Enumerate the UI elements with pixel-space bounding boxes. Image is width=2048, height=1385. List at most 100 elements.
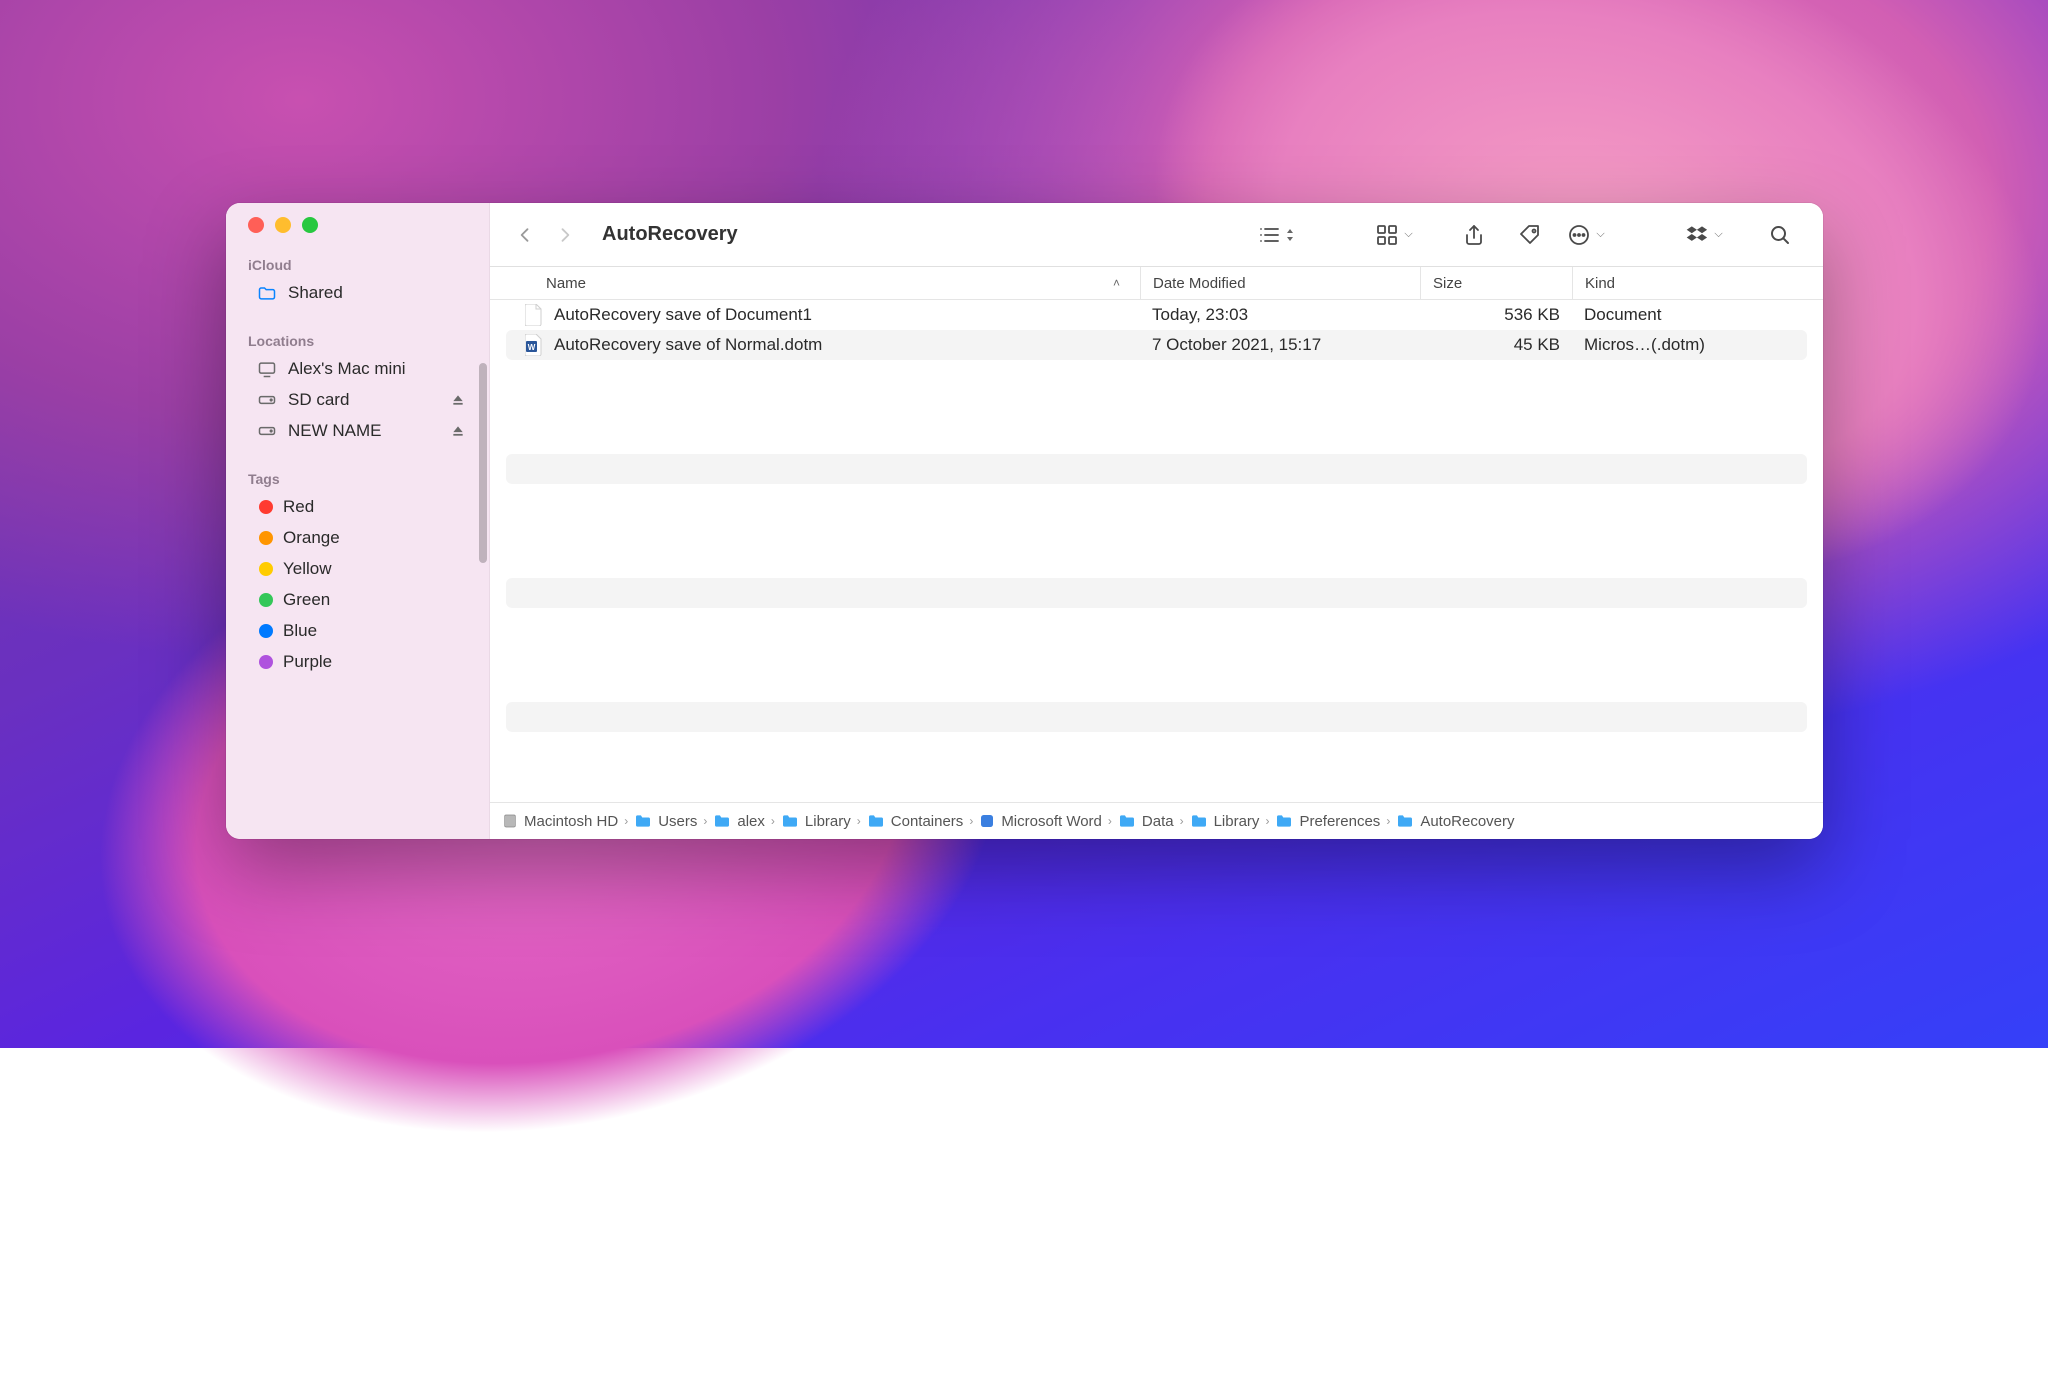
nav-back-button[interactable] (508, 218, 542, 252)
breadcrumb-label: alex (737, 813, 765, 830)
sidebar-item-label: Green (283, 590, 330, 610)
sidebar-item-tag[interactable]: Orange (234, 523, 481, 553)
empty-row (506, 578, 1807, 608)
chevron-down-icon: ⌵ (1404, 228, 1412, 241)
sidebar-item-tag[interactable]: Yellow (234, 554, 481, 584)
sidebar-item-tag[interactable]: Blue (234, 616, 481, 646)
breadcrumb-label: Data (1142, 813, 1174, 830)
file-name: AutoRecovery save of Document1 (554, 305, 812, 325)
tag-dot-icon (259, 593, 273, 607)
breadcrumb-label: Library (805, 813, 851, 830)
column-label: Date Modified (1153, 275, 1246, 292)
empty-row (506, 516, 1807, 546)
eject-icon[interactable] (451, 393, 465, 407)
view-list-button[interactable] (1251, 218, 1301, 252)
column-label: Name (546, 275, 586, 292)
actions-button[interactable]: ⌵ (1561, 218, 1611, 252)
eject-icon[interactable] (451, 424, 465, 438)
breadcrumb-label: Microsoft Word (1001, 813, 1102, 830)
chevron-down-icon: ⌵ (1596, 228, 1604, 241)
breadcrumb-label: Preferences (1299, 813, 1380, 830)
file-kind: Micros…(.dotm) (1584, 335, 1705, 355)
sidebar-item-label: SD card (288, 390, 349, 410)
sidebar-item-location[interactable]: Alex's Mac mini (234, 354, 481, 384)
minimize-button[interactable] (275, 217, 291, 233)
breadcrumb-item[interactable]: alex (713, 813, 765, 830)
breadcrumb-item[interactable]: Data (1118, 813, 1174, 830)
file-row[interactable]: W AutoRecovery save of Normal.dotm 7 Octob… (506, 330, 1807, 360)
file-list: AutoRecovery save of Document1 Today, 23:… (490, 300, 1823, 802)
folder-icon (502, 813, 518, 829)
file-size: 45 KB (1514, 335, 1560, 355)
sidebar-item-tag[interactable]: Red (234, 492, 481, 522)
drive-icon (256, 390, 278, 410)
nav-forward-button[interactable] (548, 218, 582, 252)
tag-dot-icon (259, 531, 273, 545)
share-button[interactable] (1449, 218, 1499, 252)
tags-button[interactable] (1505, 218, 1555, 252)
breadcrumb-item[interactable]: Library (1190, 813, 1260, 830)
column-size[interactable]: Size (1420, 267, 1572, 299)
sidebar-group-locations: Locations (226, 327, 489, 353)
column-header: Name ˄ Date Modified Size Kind (490, 267, 1823, 300)
breadcrumb-separator: › (1180, 814, 1184, 828)
sidebar-item-label: NEW NAME (288, 421, 382, 441)
file-icon (524, 304, 544, 326)
search-button[interactable] (1755, 218, 1805, 252)
column-label: Kind (1585, 275, 1615, 292)
column-date-modified[interactable]: Date Modified (1140, 267, 1420, 299)
sidebar-item-location[interactable]: NEW NAME (234, 416, 481, 446)
svg-text:W: W (528, 343, 536, 352)
zoom-button[interactable] (302, 217, 318, 233)
breadcrumb-separator: › (624, 814, 628, 828)
folder-icon (634, 814, 652, 828)
sort-ascending-icon: ˄ (1113, 276, 1120, 290)
file-name: AutoRecovery save of Normal.dotm (554, 335, 822, 355)
breadcrumb-item[interactable]: Containers (867, 813, 964, 830)
sidebar: iCloud Shared Locations Alex's Mac mini S… (226, 203, 490, 839)
path-bar: Macintosh HD›Users›alex›Library›Containe… (490, 802, 1823, 839)
column-label: Size (1433, 275, 1462, 292)
toolbar: AutoRecovery ⌵ ⌵ (490, 203, 1823, 267)
window-title: AutoRecovery (602, 223, 738, 246)
column-name[interactable]: Name ˄ (490, 267, 1140, 299)
sidebar-item-tag[interactable]: Purple (234, 647, 481, 677)
close-button[interactable] (248, 217, 264, 233)
column-kind[interactable]: Kind (1572, 267, 1823, 299)
breadcrumb-separator: › (1108, 814, 1112, 828)
breadcrumb-item[interactable]: Microsoft Word (979, 813, 1102, 830)
breadcrumb-label: AutoRecovery (1420, 813, 1514, 830)
folder-icon (1396, 814, 1414, 828)
group-by-button[interactable]: ⌵ (1369, 218, 1419, 252)
breadcrumb-item[interactable]: Macintosh HD (502, 813, 618, 830)
tag-dot-icon (259, 655, 273, 669)
drive-icon (256, 359, 278, 379)
empty-row (506, 640, 1807, 670)
file-date: 7 October 2021, 15:17 (1152, 335, 1321, 355)
breadcrumb-item[interactable]: Library (781, 813, 851, 830)
tag-dot-icon (259, 500, 273, 514)
sidebar-item-label: Orange (283, 528, 340, 548)
file-row[interactable]: AutoRecovery save of Document1 Today, 23:… (506, 300, 1807, 330)
chevron-down-icon: ⌵ (1714, 228, 1722, 241)
sidebar-item-location[interactable]: SD card (234, 385, 481, 415)
breadcrumb-item[interactable]: Preferences (1275, 813, 1380, 830)
file-date: Today, 23:03 (1152, 305, 1248, 325)
finder-window: iCloud Shared Locations Alex's Mac mini S… (226, 203, 1823, 839)
sidebar-item-label: Alex's Mac mini (288, 359, 406, 379)
folder-icon (1275, 814, 1293, 828)
sidebar-item-label: Blue (283, 621, 317, 641)
tag-dot-icon (259, 562, 273, 576)
sidebar-item-label: Purple (283, 652, 332, 672)
sidebar-item-tag[interactable]: Green (234, 585, 481, 615)
dropbox-button[interactable]: ⌵ (1679, 218, 1729, 252)
breadcrumb-item[interactable]: AutoRecovery (1396, 813, 1514, 830)
empty-row (506, 392, 1807, 422)
sidebar-item-shared[interactable]: Shared (234, 278, 481, 308)
sidebar-scrollbar[interactable] (479, 363, 487, 563)
folder-icon (713, 814, 731, 828)
empty-row (506, 454, 1807, 484)
sidebar-group-tags: Tags (226, 465, 489, 491)
breadcrumb-item[interactable]: Users (634, 813, 697, 830)
sidebar-group-icloud: iCloud (226, 251, 489, 277)
